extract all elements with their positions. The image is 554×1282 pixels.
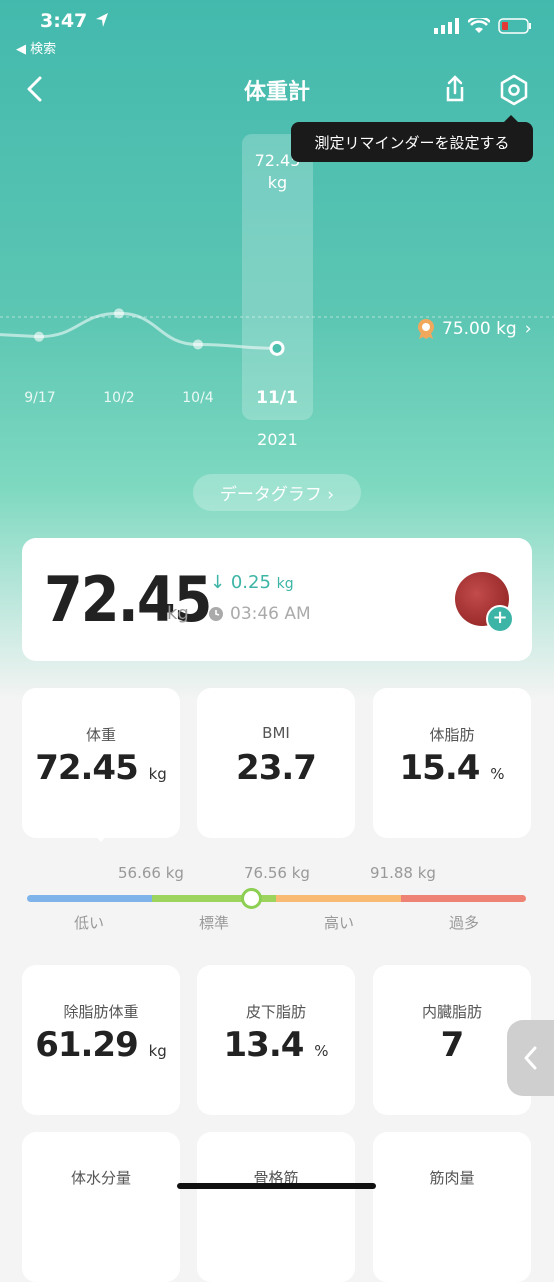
range-segment-high xyxy=(276,895,401,902)
chart-year: 2021 xyxy=(257,430,298,449)
metric-label: 内臓脂肪 xyxy=(421,1003,482,1021)
metric-value: 23.7 xyxy=(236,748,317,788)
range-threshold: 56.66 kg xyxy=(118,864,184,882)
data-graph-button[interactable]: データグラフ › xyxy=(193,474,361,511)
metric-value: 72.45 kg xyxy=(35,748,167,788)
metric-card-skeletal-muscle[interactable] xyxy=(197,1132,355,1282)
data-point xyxy=(34,331,44,342)
goal-weight[interactable]: 75.00 kg › xyxy=(416,318,532,340)
side-panel-toggle[interactable] xyxy=(507,1020,554,1096)
metric-card-muscle-mass[interactable] xyxy=(373,1132,531,1282)
share-icon[interactable] xyxy=(435,70,475,110)
chevron-right-icon: › xyxy=(524,319,532,339)
metric-label: 皮下脂肪 xyxy=(245,1003,306,1021)
metric-label: BMI xyxy=(262,724,290,742)
current-weight: 72.45 xyxy=(44,563,212,636)
data-point xyxy=(114,308,124,319)
settings-icon[interactable] xyxy=(494,70,534,110)
selected-caret xyxy=(92,832,110,842)
location-icon xyxy=(94,12,110,34)
range-segment-low xyxy=(27,895,152,902)
x-label-selected: 11/1 xyxy=(256,388,298,408)
measure-time: 03:46 AM xyxy=(208,604,311,624)
range-label: 低い xyxy=(73,914,104,932)
weight-delta: ↓ 0.25 kg xyxy=(210,572,294,593)
reminder-tooltip[interactable]: 測定リマインダーを設定する xyxy=(291,115,533,162)
weight-line-chart xyxy=(0,308,420,356)
metric-label: 体水分量 xyxy=(70,1169,131,1187)
range-label: 高い xyxy=(323,914,354,932)
range-indicator xyxy=(241,888,262,909)
battery-icon xyxy=(498,18,531,34)
data-point xyxy=(193,339,203,350)
wifi-icon xyxy=(468,18,490,33)
range-label: 標準 xyxy=(198,914,229,932)
range-segment-excess xyxy=(401,895,526,902)
back-to-search-link[interactable]: ◀ 検索 xyxy=(16,38,56,57)
range-threshold: 76.56 kg xyxy=(244,864,310,882)
metric-label: 体重 xyxy=(85,726,116,744)
weight-series-line xyxy=(0,311,278,350)
metric-label: 除脂肪体重 xyxy=(63,1003,139,1021)
x-label: 10/4 xyxy=(182,390,214,406)
arrow-down-icon: ↓ xyxy=(210,572,226,593)
metric-value: 13.4 % xyxy=(223,1025,329,1065)
range-label: 過多 xyxy=(448,914,479,932)
goal-badge-icon xyxy=(418,319,434,339)
selected-data-point xyxy=(269,340,285,356)
status-icons xyxy=(434,18,532,34)
status-time: 3:47 xyxy=(40,10,88,32)
x-label: 9/17 xyxy=(24,390,56,406)
add-user-icon[interactable]: + xyxy=(486,605,514,633)
chevron-left-icon xyxy=(524,1046,536,1070)
metric-label: 筋肉量 xyxy=(429,1169,475,1187)
current-weight-unit: kg xyxy=(167,603,189,624)
signal-icon xyxy=(434,18,459,34)
clock-icon xyxy=(209,607,223,621)
range-threshold: 91.88 kg xyxy=(370,864,436,882)
metric-label: 体脂肪 xyxy=(429,726,475,744)
metric-value: 15.4 % xyxy=(399,748,505,788)
metric-card-body-water[interactable] xyxy=(22,1132,180,1282)
metric-value: 61.29 kg xyxy=(35,1025,167,1065)
x-label: 10/2 xyxy=(103,390,135,406)
home-indicator xyxy=(177,1183,376,1189)
